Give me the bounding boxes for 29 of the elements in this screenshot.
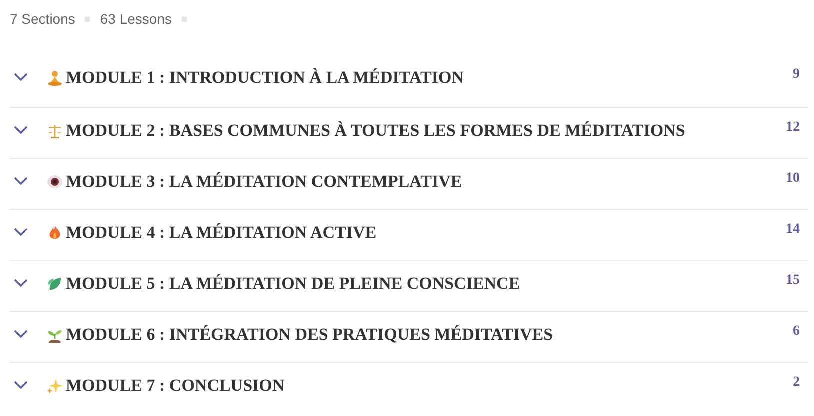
- lesson-count: 2: [793, 375, 800, 391]
- module-title[interactable]: MODULE 6 : INTÉGRATION DES PRATIQUES MÉDITATIVES: [66, 324, 793, 346]
- chevron-icon[interactable]: [14, 228, 28, 237]
- chevron-icon[interactable]: [14, 381, 28, 390]
- chevron-icon[interactable]: [14, 126, 28, 135]
- lesson-count: 9: [793, 67, 800, 83]
- leaf-icon: [47, 276, 63, 292]
- flame-icon: [47, 225, 63, 241]
- lesson-count: 12: [786, 120, 800, 136]
- module-title[interactable]: MODULE 4 : LA MÉDITATION ACTIVE: [66, 222, 786, 244]
- person-icon: [47, 70, 63, 86]
- lessons-count: 63 Lessons: [100, 11, 172, 27]
- scales-icon: [47, 123, 63, 139]
- module-title[interactable]: MODULE 2 : BASES COMMUNES À TOUTES LES FORMES DE MÉDITATIONS: [66, 120, 786, 142]
- lesson-count: 14: [786, 222, 800, 238]
- module-title[interactable]: MODULE 3 : LA MÉDITATION CONTEMPLATIVE: [66, 171, 786, 193]
- chevron-icon[interactable]: [14, 279, 28, 288]
- eye-icon: [47, 174, 63, 190]
- module-title[interactable]: MODULE 5 : LA MÉDITATION DE PLEINE CONSCIENCE: [66, 273, 786, 295]
- chevron-icon[interactable]: [14, 330, 28, 339]
- chevron-icon[interactable]: [14, 177, 28, 186]
- lesson-count: 10: [786, 171, 800, 187]
- chevron-icon[interactable]: [14, 73, 28, 82]
- module-title[interactable]: MODULE 1 : INTRODUCTION À LA MÉDITATION: [66, 67, 793, 89]
- sections-count: 7 Sections: [10, 11, 76, 27]
- sparkles-icon: [47, 378, 63, 394]
- lesson-count: 6: [793, 324, 800, 340]
- lesson-count: 15: [786, 273, 800, 289]
- module-title[interactable]: MODULE 7 : CONCLUSION: [66, 375, 793, 397]
